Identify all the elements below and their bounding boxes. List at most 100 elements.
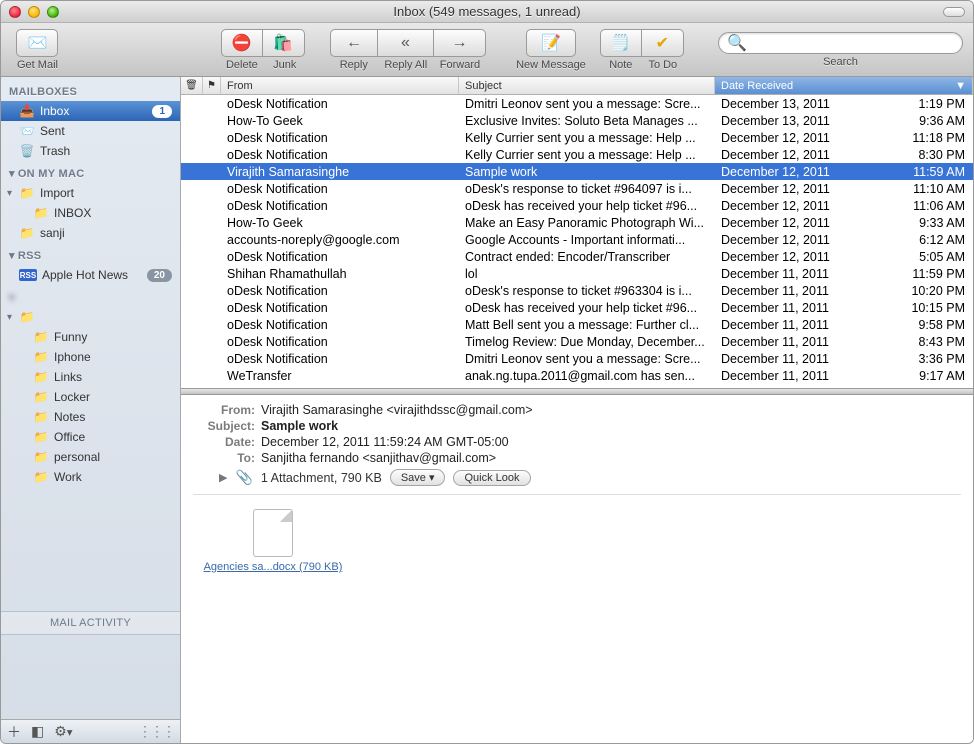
toolbar-pill-button[interactable] [943, 7, 965, 17]
junk-button[interactable]: 🛍️ [263, 29, 305, 57]
disclosure-triangle-icon[interactable]: ▶ [219, 471, 227, 484]
sidebar-item-label: Trash [40, 144, 172, 158]
row-date: December 13, 2011 [715, 97, 855, 111]
folder-icon: 📁 [33, 449, 49, 465]
message-row[interactable]: How-To GeekMake an Easy Panoramic Photog… [181, 214, 973, 231]
note-button[interactable]: 🗒️ [600, 29, 642, 57]
column-flag[interactable]: ⚑ [203, 77, 221, 94]
attachment-item[interactable]: Agencies sa...docx (790 KB) [193, 509, 353, 573]
todo-button[interactable]: ✔ [642, 29, 684, 57]
action-menu-button[interactable]: ⚙︎▾ [54, 723, 72, 740]
sidebar-item-sanji[interactable]: 📁 sanji [1, 223, 180, 243]
sidebar-item-iphone[interactable]: 📁Iphone [1, 347, 180, 367]
row-date: December 12, 2011 [715, 250, 855, 264]
reply-button[interactable]: ← [330, 29, 378, 57]
message-row[interactable]: Shihan RhamathullahlolDecember 11, 20111… [181, 265, 973, 282]
row-from: oDesk Notification [221, 352, 459, 366]
titlebar[interactable]: Inbox (549 messages, 1 unread) [1, 1, 973, 23]
row-date: December 12, 2011 [715, 199, 855, 213]
sidebar-item-locker[interactable]: 📁Locker [1, 387, 180, 407]
pane-splitter[interactable] [181, 388, 973, 395]
new-message-button[interactable]: 📝 [526, 29, 576, 57]
sidebar-item-work[interactable]: 📁Work [1, 467, 180, 487]
row-subject: oDesk's response to ticket #963304 is i.… [459, 284, 715, 298]
message-row[interactable]: accounts-noreply@google.comGoogle Accoun… [181, 231, 973, 248]
reply-all-button[interactable]: « [378, 29, 434, 57]
paperclip-icon: 📎 [235, 469, 252, 486]
sidebar-item-funny[interactable]: 📁Funny [1, 327, 180, 347]
divider [193, 494, 961, 495]
row-from: oDesk Notification [221, 148, 459, 162]
message-row[interactable]: WeTransferanak.ng.tupa.2011@gmail.com ha… [181, 367, 973, 384]
to-label: To: [193, 451, 255, 465]
message-row[interactable]: oDesk NotificationoDesk has received you… [181, 299, 973, 316]
message-row[interactable]: oDesk NotificationTimelog Review: Due Mo… [181, 333, 973, 350]
sidebar-item-inbox[interactable]: 📥 Inbox 1 [1, 101, 180, 121]
message-row[interactable]: oDesk NotificationDmitri Leonov sent you… [181, 350, 973, 367]
row-time: 11:59 AM [855, 165, 973, 179]
message-row[interactable]: oDesk NotificationContract ended: Encode… [181, 248, 973, 265]
sidebar-item-office[interactable]: 📁 Office [1, 427, 180, 447]
sidebar-item-sent[interactable]: 📨 Sent [1, 121, 180, 141]
minimize-window-button[interactable] [28, 6, 40, 18]
message-row[interactable]: Virajith SamarasingheSample workDecember… [181, 163, 973, 180]
quick-look-button[interactable]: Quick Look [453, 470, 530, 486]
forward-button[interactable]: → [434, 29, 486, 57]
message-row[interactable]: How-To GeekExclusive Invites: Soluto Bet… [181, 112, 973, 129]
message-list[interactable]: oDesk NotificationDmitri Leonov sent you… [181, 95, 973, 388]
zoom-window-button[interactable] [47, 6, 59, 18]
disclosure-triangle-icon[interactable]: ▾ [7, 312, 12, 323]
column-delete[interactable]: 🗑 [181, 77, 203, 94]
column-date-received[interactable]: Date Received▼ [715, 77, 973, 94]
row-subject: Matt Bell sent you a message: Further cl… [459, 318, 715, 332]
sidebar-resize-grip[interactable]: ⋮⋮⋮ [138, 723, 174, 740]
row-subject: oDesk's response to ticket #964097 is i.… [459, 182, 715, 196]
save-attachment-button[interactable]: Save ▾ [390, 469, 446, 486]
folder-icon: 📁 [19, 309, 35, 325]
row-time: 1:19 PM [855, 97, 973, 111]
sidebar-item-apple-hot-news[interactable]: RSS Apple Hot News 20 [1, 265, 180, 285]
close-window-button[interactable] [9, 6, 21, 18]
folder-icon: 📁 [33, 429, 49, 445]
message-row[interactable]: oDesk NotificationoDesk has received you… [181, 197, 973, 214]
reply-all-label: Reply All [378, 59, 434, 71]
row-subject: lol [459, 267, 715, 281]
activity-toggle-button[interactable]: ◧ [31, 723, 44, 740]
sidebar-item-notes[interactable]: 📁Notes [1, 407, 180, 427]
search-field[interactable]: 🔍 [718, 32, 963, 54]
column-from[interactable]: From [221, 77, 459, 94]
message-row[interactable]: oDesk NotificationDmitri Leonov sent you… [181, 95, 973, 112]
column-subject[interactable]: Subject [459, 77, 715, 94]
row-date: December 11, 2011 [715, 301, 855, 315]
message-row[interactable]: oDesk NotificationoDesk's response to ti… [181, 180, 973, 197]
row-from: Virajith Samarasinghe [221, 165, 459, 179]
mail-window: Inbox (549 messages, 1 unread) ✉️ Get Ma… [0, 0, 974, 744]
rss-badge: 20 [147, 269, 172, 282]
sidebar-item-label: Office [54, 430, 172, 444]
get-mail-button[interactable]: ✉️ [16, 29, 58, 57]
document-icon [253, 509, 293, 557]
row-subject: Exclusive Invites: Soluto Beta Manages .… [459, 114, 715, 128]
sidebar-item-links[interactable]: 📁Links [1, 367, 180, 387]
sidebar-item-hidden-folder[interactable]: ▾ 📁 [1, 307, 180, 327]
row-from: oDesk Notification [221, 199, 459, 213]
subject-label: Subject: [193, 419, 255, 433]
search-icon: 🔍 [727, 33, 747, 53]
sidebar-item-import-inbox[interactable]: 📁 INBOX [1, 203, 180, 223]
date-label: Date: [193, 435, 255, 449]
add-button[interactable]: ＋ [7, 722, 21, 742]
disclosure-triangle-icon[interactable]: ▾ [7, 188, 12, 199]
search-input[interactable] [751, 36, 954, 50]
sidebar-item-import[interactable]: ▾ 📁 Import [1, 183, 180, 203]
message-row[interactable]: oDesk NotificationKelly Currier sent you… [181, 146, 973, 163]
get-mail-label: Get Mail [11, 59, 64, 71]
message-row[interactable]: oDesk NotificationKelly Currier sent you… [181, 129, 973, 146]
sidebar-item-trash[interactable]: 🗑️ Trash [1, 141, 180, 161]
sidebar-item-personal[interactable]: 📁personal [1, 447, 180, 467]
row-time: 10:20 PM [855, 284, 973, 298]
message-row[interactable]: oDesk NotificationMatt Bell sent you a m… [181, 316, 973, 333]
message-row[interactable]: oDesk NotificationoDesk's response to ti… [181, 282, 973, 299]
inbox-badge: 1 [152, 105, 172, 118]
row-time: 5:05 AM [855, 250, 973, 264]
delete-button[interactable]: ⛔ [221, 29, 263, 57]
